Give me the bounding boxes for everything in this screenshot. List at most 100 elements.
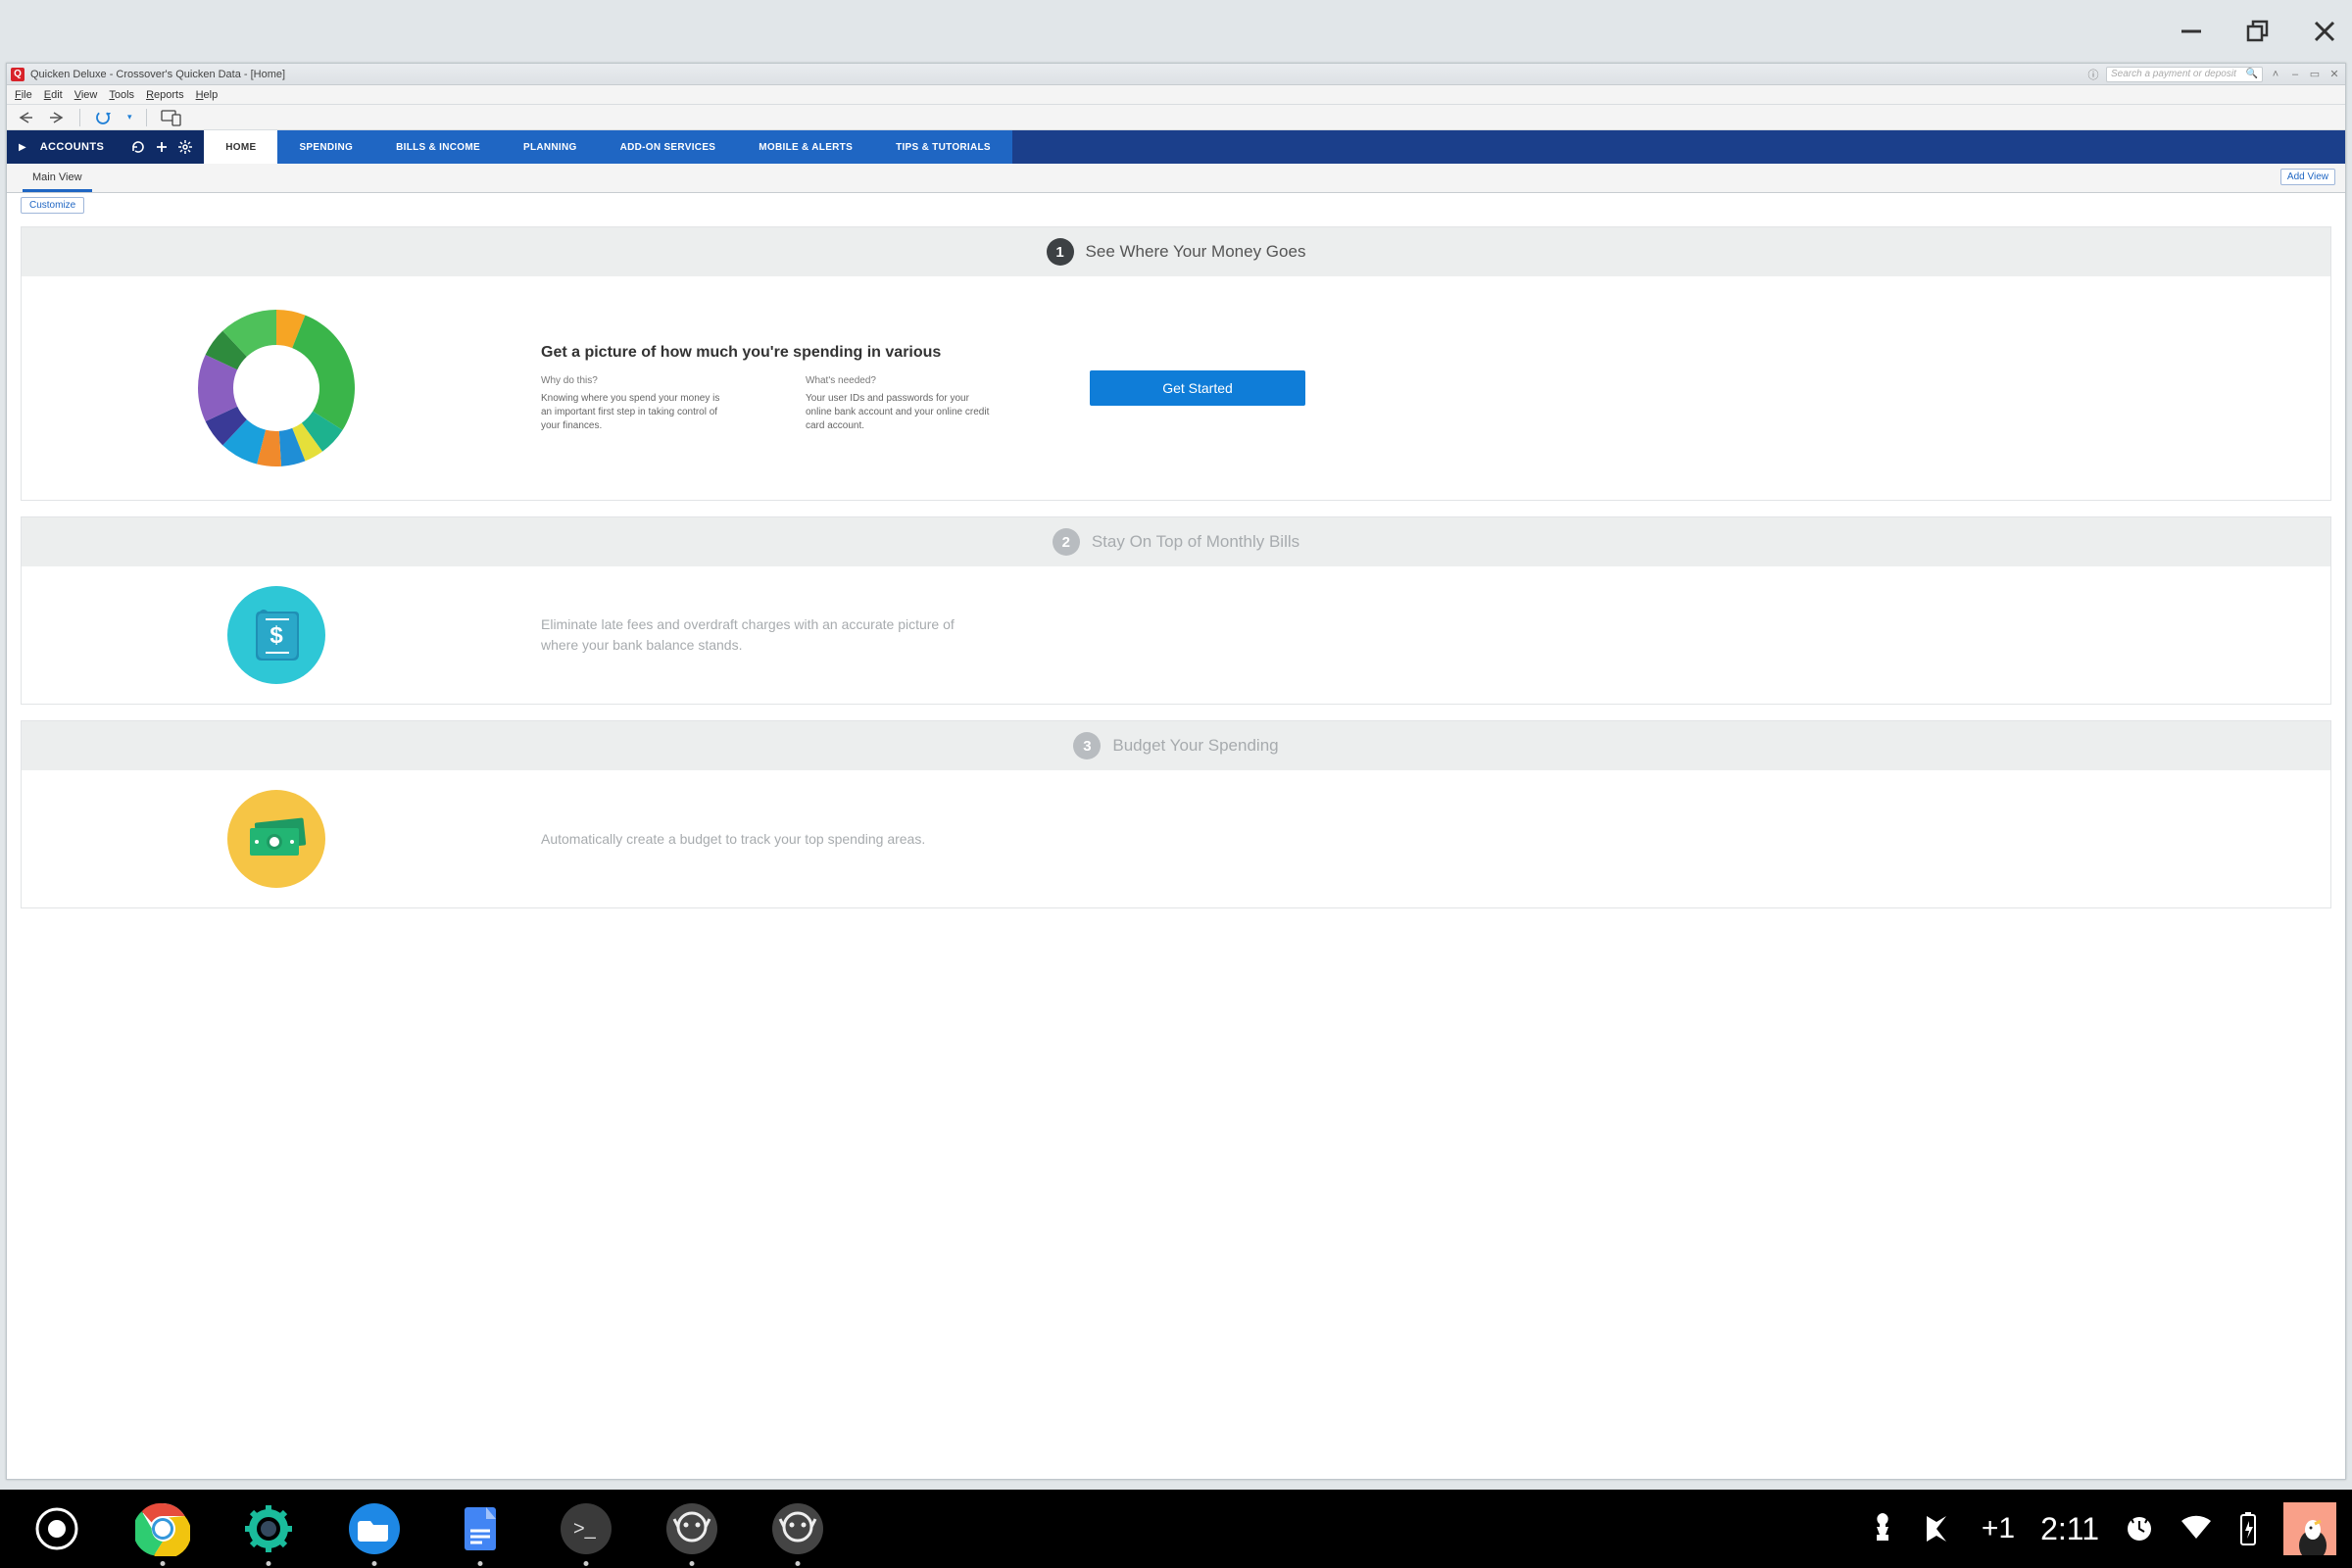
add-account-icon[interactable]: [155, 140, 169, 154]
toolbar-row: ▾: [7, 105, 2345, 130]
card-title-3: Budget Your Spending: [1112, 736, 1278, 756]
card-heading-1: Get a picture of how much you're spendin…: [541, 344, 972, 362]
taskbar-clock[interactable]: 2:11: [2040, 1511, 2099, 1547]
card-text-2: Eliminate late fees and overdraft charge…: [541, 614, 972, 656]
budget-icon-col: [71, 790, 482, 888]
step-badge-1: 1: [1047, 238, 1074, 266]
taskbar-app-icon-2[interactable]: [770, 1501, 825, 1556]
add-view-button[interactable]: Add View: [2280, 169, 2335, 185]
card-title-2: Stay On Top of Monthly Bills: [1092, 532, 1299, 552]
card-monthly-bills: 2 Stay On Top of Monthly Bills $ Elimina…: [21, 516, 2331, 705]
menu-file[interactable]: File: [15, 89, 32, 101]
card-budget-spending: 3 Budget Your Spending Automatically cre…: [21, 720, 2331, 908]
nav-tabs: HOME SPENDING BILLS & INCOME PLANNING AD…: [204, 130, 1012, 164]
why-heading: Why do this?: [541, 375, 766, 386]
get-started-button[interactable]: Get Started: [1090, 370, 1305, 406]
nav-back-button[interactable]: [17, 111, 34, 124]
step-badge-3: 3: [1073, 732, 1101, 760]
global-search-input[interactable]: Search a payment or deposit 🔍: [2106, 67, 2263, 82]
collapse-icon[interactable]: ˄: [2269, 68, 2282, 81]
taskbar-plus-badge[interactable]: +1: [1982, 1512, 2015, 1545]
taskbar-docs-icon[interactable]: [453, 1501, 508, 1556]
toolbar-separator-2: [146, 109, 147, 126]
help-icon[interactable]: ⓘ: [2086, 68, 2100, 81]
sync-button[interactable]: [94, 108, 114, 127]
bills-icon-col: $: [71, 586, 482, 684]
taskbar-settings-icon[interactable]: [241, 1501, 296, 1556]
menu-help[interactable]: Help: [196, 89, 219, 101]
donut-chart: [71, 300, 482, 476]
card-text-1: Get a picture of how much you're spendin…: [541, 344, 1031, 433]
accounts-label: ACCOUNTS: [40, 141, 105, 153]
os-taskbar: >_ +1 2:11: [0, 1490, 2352, 1568]
svg-text:>_: >_: [573, 1518, 597, 1540]
why-text: Knowing where you spend your money is an…: [541, 392, 727, 433]
nav-tab-spending[interactable]: SPENDING: [277, 130, 374, 164]
content-area: 1 See Where Your Money Goes Get a pictur…: [7, 217, 2345, 1479]
taskbar-sync-icon[interactable]: [2125, 1514, 2154, 1544]
card-header-1: 1 See Where Your Money Goes: [22, 227, 2330, 276]
app-minimize-button[interactable]: –: [2288, 68, 2302, 81]
nav-tab-home[interactable]: HOME: [204, 130, 277, 164]
donut-slice: [292, 316, 355, 430]
bill-icon: $: [227, 586, 325, 684]
card-body-3: Automatically create a budget to track y…: [22, 770, 2330, 907]
menu-tools[interactable]: Tools: [109, 89, 134, 101]
card-header-2: 2 Stay On Top of Monthly Bills: [22, 517, 2330, 566]
nav-forward-button[interactable]: [48, 111, 66, 124]
menu-bar: File Edit View Tools Reports Help: [7, 85, 2345, 105]
chevron-right-icon: ▶: [19, 142, 26, 153]
app-title-text: Quicken Deluxe - Crossover's Quicken Dat…: [30, 69, 285, 80]
menu-edit[interactable]: Edit: [44, 89, 63, 101]
taskbar-wifi-icon[interactable]: [2180, 1515, 2213, 1543]
nav-tab-planning[interactable]: PLANNING: [502, 130, 599, 164]
os-close-button[interactable]: [2309, 16, 2340, 47]
app-window: Q Quicken Deluxe - Crossover's Quicken D…: [6, 63, 2346, 1480]
app-titlebar: Q Quicken Deluxe - Crossover's Quicken D…: [7, 64, 2345, 85]
card-text-3: Automatically create a budget to track y…: [541, 829, 925, 850]
card-title-1: See Where Your Money Goes: [1086, 242, 1306, 262]
nav-tab-tips-tutorials[interactable]: TIPS & TUTORIALS: [874, 130, 1012, 164]
app-logo-icon: Q: [11, 68, 24, 81]
card-body-1: Get a picture of how much you're spendin…: [22, 276, 2330, 500]
customize-button[interactable]: Customize: [21, 197, 84, 214]
taskbar-play-icon[interactable]: [1923, 1512, 1956, 1545]
card-see-money: 1 See Where Your Money Goes Get a pictur…: [21, 226, 2331, 501]
card-body-2: $ Eliminate late fees and overdraft char…: [22, 566, 2330, 704]
app-maximize-button[interactable]: ▭: [2308, 68, 2322, 81]
search-placeholder-text: Search a payment or deposit: [2111, 69, 2236, 79]
subtab-main-view[interactable]: Main View: [23, 166, 92, 192]
settings-accounts-icon[interactable]: [178, 140, 192, 154]
search-icon: 🔍: [2246, 69, 2258, 79]
taskbar-files-icon[interactable]: [347, 1501, 402, 1556]
taskbar-avatar[interactable]: [2283, 1502, 2336, 1555]
device-sync-button[interactable]: [161, 109, 182, 126]
refresh-accounts-icon[interactable]: [131, 140, 145, 154]
taskbar-terminal-icon[interactable]: >_: [559, 1501, 613, 1556]
primary-nav: ▶ ACCOUNTS HOME SPENDING BILLS & INCOME …: [7, 130, 2345, 164]
taskbar-chrome-icon[interactable]: [135, 1501, 190, 1556]
taskbar-battery-icon[interactable]: [2238, 1511, 2258, 1546]
menu-reports[interactable]: Reports: [146, 89, 184, 101]
svg-text:$: $: [270, 622, 283, 649]
nav-tab-addon-services[interactable]: ADD-ON SERVICES: [599, 130, 738, 164]
os-restore-button[interactable]: [2242, 16, 2274, 47]
taskbar-app-icon-1[interactable]: [664, 1501, 719, 1556]
sync-dropdown-icon[interactable]: ▾: [127, 112, 132, 122]
app-close-button[interactable]: ✕: [2328, 68, 2341, 81]
menu-view[interactable]: View: [74, 89, 98, 101]
taskbar-launcher-icon[interactable]: [29, 1501, 84, 1556]
toolbar-separator: [79, 109, 80, 126]
os-titlebar: [0, 0, 2352, 63]
step-badge-2: 2: [1053, 528, 1080, 556]
need-text: Your user IDs and passwords for your onl…: [806, 392, 992, 433]
need-column: What's needed? Your user IDs and passwor…: [806, 375, 1031, 433]
os-minimize-button[interactable]: [2176, 16, 2207, 47]
nav-tab-mobile-alerts[interactable]: MOBILE & ALERTS: [737, 130, 874, 164]
card-header-3: 3 Budget Your Spending: [22, 721, 2330, 770]
nav-tab-bills-income[interactable]: BILLS & INCOME: [374, 130, 502, 164]
taskbar-pawn-icon[interactable]: [1868, 1509, 1897, 1548]
need-heading: What's needed?: [806, 375, 1031, 386]
accounts-toggle[interactable]: ▶ ACCOUNTS: [7, 130, 204, 164]
cash-icon: [227, 790, 325, 888]
